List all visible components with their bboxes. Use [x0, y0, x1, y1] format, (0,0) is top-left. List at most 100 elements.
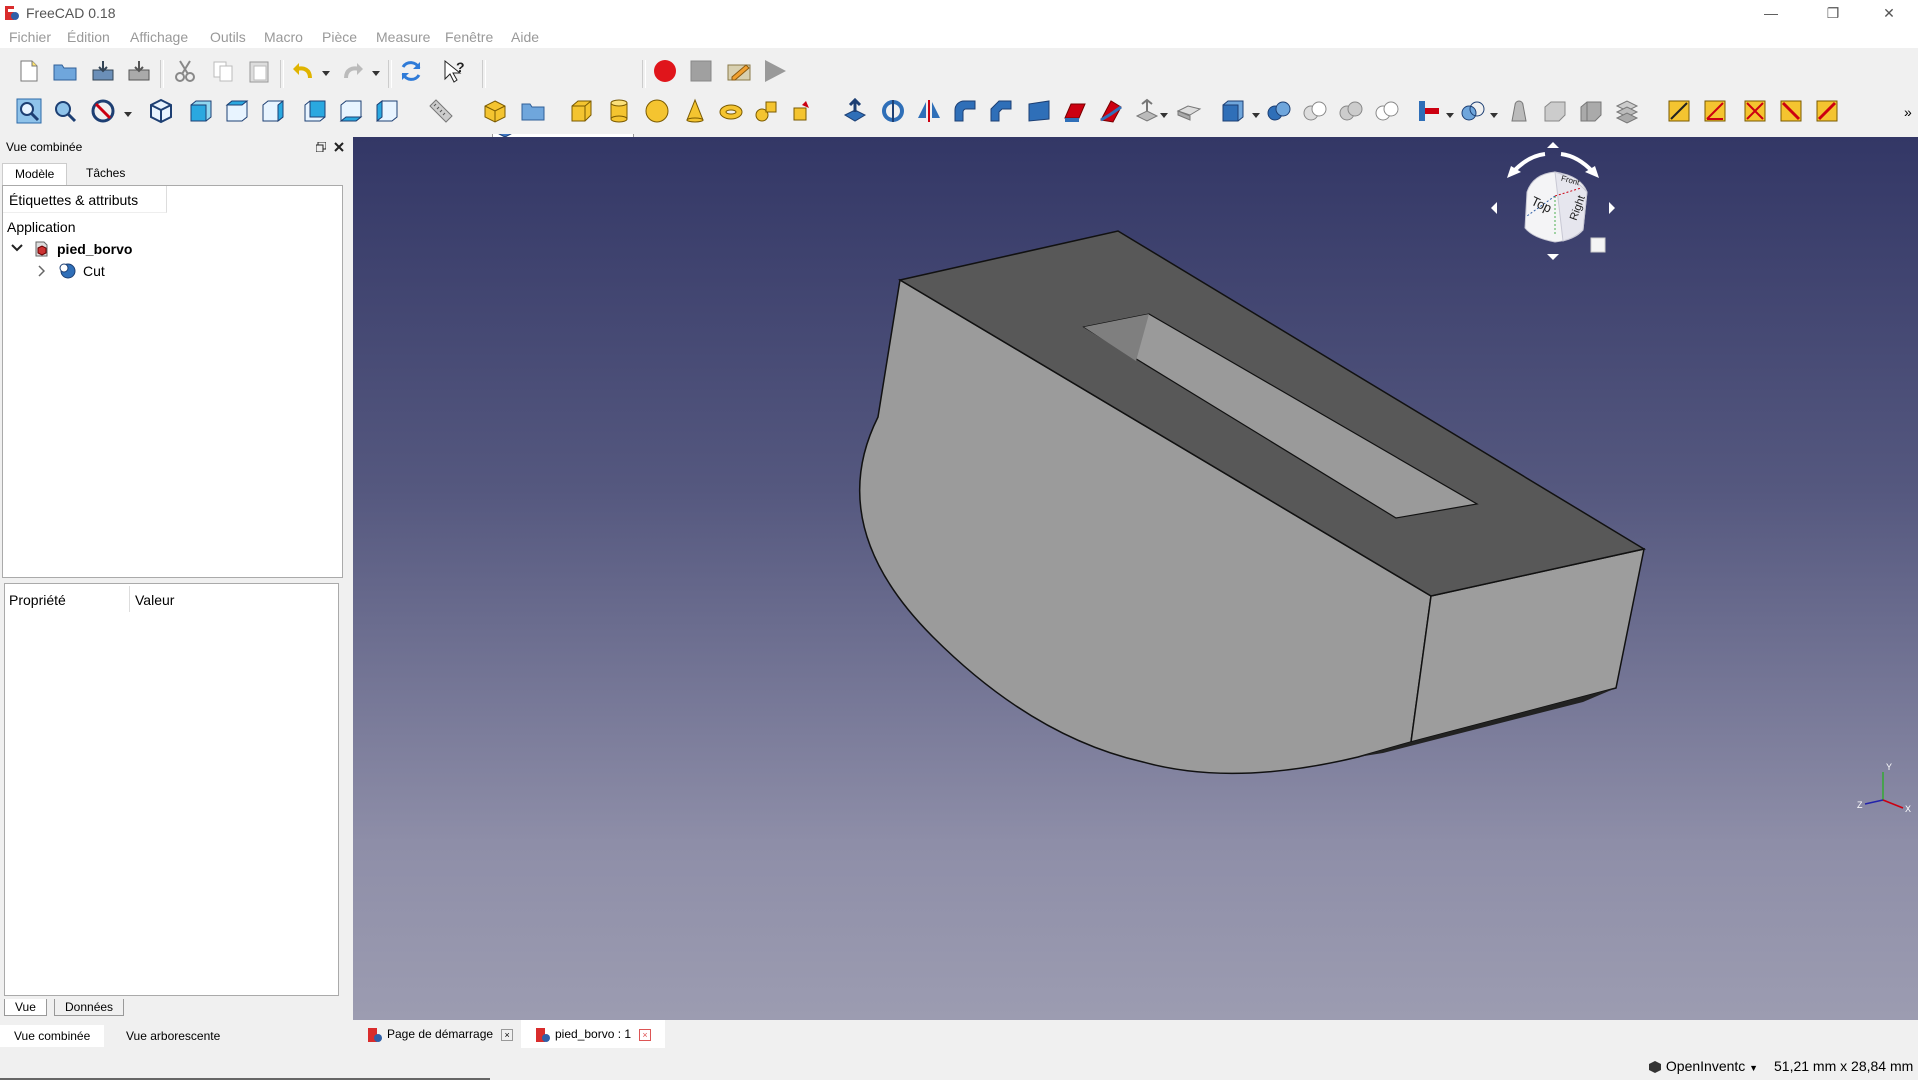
- cut-shape-button[interactable]: [1300, 96, 1330, 126]
- cut-button[interactable]: [170, 56, 200, 86]
- fillet-button[interactable]: [950, 96, 980, 126]
- navigation-style-selector[interactable]: OpenInventc ▼: [1648, 1058, 1758, 1074]
- new-document-button[interactable]: [14, 56, 44, 86]
- shape-builder-button[interactable]: [788, 96, 818, 126]
- ruled-surface-button[interactable]: [1060, 96, 1090, 126]
- tab-donnees[interactable]: Données: [54, 999, 125, 1016]
- measure-linear-button[interactable]: [1664, 96, 1694, 126]
- offset-dropdown-icon[interactable]: [1160, 113, 1168, 118]
- compound-dropdown-icon[interactable]: [1252, 113, 1260, 118]
- whats-this-button[interactable]: ?: [440, 56, 470, 86]
- menu-edition[interactable]: Édition: [67, 29, 110, 45]
- undo-dropdown-icon[interactable]: [322, 71, 330, 76]
- view-left-button[interactable]: [372, 96, 402, 126]
- measure-clear-button[interactable]: [1776, 96, 1806, 126]
- defeaturing-button[interactable]: [1540, 96, 1570, 126]
- view-rear-button[interactable]: [300, 96, 330, 126]
- navigation-cube[interactable]: Top Right Front: [1483, 142, 1623, 272]
- menu-fichier[interactable]: Fichier: [9, 29, 51, 45]
- extrude-button[interactable]: [840, 96, 870, 126]
- view-right-button[interactable]: [258, 96, 288, 126]
- make-face-button[interactable]: [1024, 96, 1054, 126]
- part-cone-button[interactable]: [680, 96, 710, 126]
- measure-angular-button[interactable]: [1700, 96, 1730, 126]
- save-button[interactable]: [88, 56, 118, 86]
- split-dropdown-icon[interactable]: [1490, 113, 1498, 118]
- measure-refresh-button[interactable]: [1740, 96, 1770, 126]
- view-front-button[interactable]: [186, 96, 216, 126]
- tab-pied-borvo[interactable]: pied_borvo : 1 ×: [521, 1020, 666, 1048]
- tab-taches[interactable]: Tâches: [74, 163, 137, 185]
- thickness-button[interactable]: [1174, 96, 1204, 126]
- macro-record-button[interactable]: [650, 56, 680, 86]
- create-group-button[interactable]: [518, 96, 548, 126]
- check-geometry-button[interactable]: [1504, 96, 1534, 126]
- sweep-button[interactable]: [1132, 96, 1162, 126]
- copy-button[interactable]: [208, 56, 238, 86]
- menu-outils[interactable]: Outils: [210, 29, 246, 45]
- tab-page-demarrage[interactable]: Page de démarrage ×: [367, 1020, 514, 1048]
- measure-toggle-button[interactable]: [1812, 96, 1842, 126]
- draw-style-dropdown-icon[interactable]: [124, 112, 132, 117]
- menu-measure[interactable]: Measure: [376, 29, 430, 45]
- split-button[interactable]: [1458, 96, 1488, 126]
- part-box-button[interactable]: [566, 96, 596, 126]
- fuse-button[interactable]: [1336, 96, 1366, 126]
- refresh-button[interactable]: [396, 56, 426, 86]
- chevron-right-icon[interactable]: [37, 265, 45, 277]
- macro-stop-button[interactable]: [686, 56, 716, 86]
- loft-button[interactable]: [1096, 96, 1126, 126]
- 3d-scene[interactable]: [353, 137, 1918, 1020]
- join-features-button[interactable]: [1414, 96, 1444, 126]
- menu-fenetre[interactable]: Fenêtre: [445, 29, 493, 45]
- menu-piece[interactable]: Pièce: [322, 29, 357, 45]
- menu-affichage[interactable]: Affichage: [130, 29, 188, 45]
- part-primitives-button[interactable]: [752, 96, 782, 126]
- fit-selection-button[interactable]: [50, 96, 80, 126]
- column-divider[interactable]: [129, 586, 130, 612]
- menu-aide[interactable]: Aide: [511, 29, 539, 45]
- mirror-button[interactable]: [914, 96, 944, 126]
- join-dropdown-icon[interactable]: [1446, 113, 1454, 118]
- chamfer-button[interactable]: [986, 96, 1016, 126]
- view-bottom-button[interactable]: [336, 96, 366, 126]
- save-as-button[interactable]: [124, 56, 154, 86]
- part-torus-button[interactable]: [716, 96, 746, 126]
- toolbar-overflow-icon[interactable]: »: [1904, 104, 1912, 120]
- fit-all-button[interactable]: [14, 96, 44, 126]
- chevron-down-icon[interactable]: [11, 243, 23, 253]
- tree-item-document[interactable]: pied_borvo: [3, 239, 333, 259]
- redo-button[interactable]: [338, 56, 368, 86]
- tab-modele[interactable]: Modèle: [2, 163, 68, 185]
- macro-edit-button[interactable]: [724, 56, 754, 86]
- close-window-button[interactable]: ✕: [1866, 0, 1912, 26]
- paste-button[interactable]: [244, 56, 274, 86]
- close-tab-icon[interactable]: ×: [501, 1028, 514, 1041]
- measure-distance-button[interactable]: [426, 96, 456, 126]
- part-sphere-button[interactable]: [642, 96, 672, 126]
- tab-vue[interactable]: Vue: [4, 999, 47, 1016]
- cross-sections-button[interactable]: [1612, 96, 1642, 126]
- macro-run-button[interactable]: [760, 56, 790, 86]
- float-panel-icon[interactable]: [316, 142, 326, 152]
- restore-button[interactable]: ❐: [1810, 0, 1856, 26]
- tree-item-cut[interactable]: Cut: [3, 261, 333, 281]
- section-button[interactable]: [1576, 96, 1606, 126]
- create-part-button[interactable]: [480, 96, 510, 126]
- undo-button[interactable]: [288, 56, 318, 86]
- menu-macro[interactable]: Macro: [264, 29, 303, 45]
- redo-dropdown-icon[interactable]: [372, 71, 380, 76]
- close-tab-icon[interactable]: ×: [639, 1028, 652, 1041]
- revolve-button[interactable]: [878, 96, 908, 126]
- minimize-button[interactable]: —: [1748, 0, 1794, 26]
- view-isometric-button[interactable]: [146, 96, 176, 126]
- draw-style-button[interactable]: [88, 96, 118, 126]
- part-cylinder-button[interactable]: [604, 96, 634, 126]
- view-top-button[interactable]: [222, 96, 252, 126]
- close-panel-icon[interactable]: [334, 142, 344, 152]
- dock-tab-vue-arborescente[interactable]: Vue arborescente: [112, 1025, 234, 1047]
- common-button[interactable]: [1372, 96, 1402, 126]
- open-button[interactable]: [50, 56, 80, 86]
- boolean-button[interactable]: [1264, 96, 1294, 126]
- compound-tools-button[interactable]: [1218, 96, 1248, 126]
